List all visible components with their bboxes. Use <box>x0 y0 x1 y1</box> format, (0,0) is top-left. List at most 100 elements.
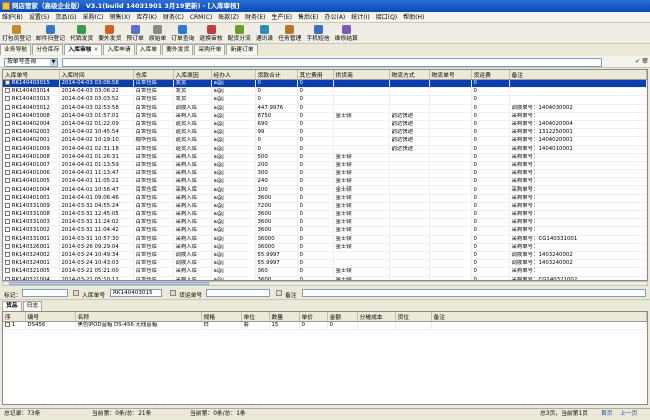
toolbar-button-6[interactable]: 订单查询 <box>169 23 196 44</box>
table-row[interactable]: RK140403015 2014-04-03 03:08:58 百世仓库 发货 a@j 0… <box>3 79 647 89</box>
toolbar-button-5[interactable]: 原始单 <box>147 23 168 44</box>
table-row[interactable]: RK140331009 2014-03-31 04:55:24 百世仓库 采购入库 a@… <box>3 202 647 212</box>
goods-checkbox[interactable] <box>5 322 10 328</box>
tab-1[interactable]: 分仓库存 <box>32 44 64 55</box>
row-checkbox[interactable] <box>5 80 10 86</box>
row-checkbox[interactable] <box>5 268 10 274</box>
table-row[interactable]: RK140326001 2014-03-26 09:29:04 百世仓库 采购入库 a@… <box>3 243 647 252</box>
column-header[interactable]: 入库单号 <box>3 70 60 80</box>
toolbar-button-11[interactable]: 手机短信 <box>304 23 331 44</box>
scrollbar-thumb[interactable] <box>9 282 209 285</box>
toolbar-button-3[interactable]: 要外发货 <box>96 23 123 44</box>
column-header[interactable]: 入库时间 <box>59 70 134 80</box>
toolbar-button-10[interactable]: 任务管理 <box>276 23 303 44</box>
audit-button[interactable]: ✔ 审 <box>635 57 648 67</box>
menu-item[interactable]: 财务(E) <box>243 12 267 23</box>
inbound-no-field[interactable]: RK140403015 <box>110 289 162 297</box>
menu-item[interactable]: 售后(E) <box>296 12 320 23</box>
row-checkbox[interactable] <box>5 96 10 102</box>
first-page-link[interactable]: 首页 <box>601 409 613 420</box>
close-icon[interactable]: × <box>94 47 99 53</box>
chevron-down-icon[interactable]: ▼ <box>50 59 57 66</box>
table-row[interactable]: RK140403013 2014-04-03 03:03:52 百世仓库 发货 a@j 0… <box>3 95 647 105</box>
column-header[interactable]: 供货商 <box>333 70 390 80</box>
column-header[interactable]: 仓库 <box>133 70 174 80</box>
toolbar-button-0[interactable]: 打包员登记 <box>0 23 33 44</box>
table-row[interactable]: RK140321005 2014-03-21 05:21:00 百世仓库 采购入库 a@… <box>3 267 647 277</box>
tab-0[interactable]: 业务导航 <box>0 44 32 55</box>
tab-7[interactable]: 新建订单 <box>226 44 258 55</box>
row-checkbox[interactable] <box>5 104 10 110</box>
column-header[interactable]: 物流单号 <box>429 70 472 80</box>
table-row[interactable]: RK140403008 2014-04-03 01:57:01 百世仓库 采购入库 a@… <box>3 112 647 121</box>
menu-item[interactable]: 财务(C) <box>161 12 186 23</box>
row-checkbox[interactable] <box>5 170 10 176</box>
row-checkbox[interactable] <box>5 211 10 217</box>
tab-3[interactable]: 入库申请 <box>103 44 135 55</box>
goods-column-header[interactable]: 货位 <box>395 312 432 322</box>
goods-column-header[interactable]: 金额 <box>327 312 358 322</box>
row-checkbox[interactable] <box>5 129 10 135</box>
table-row[interactable]: RK140324001 2014-03-24 10:43:03 百世仓库 调拨入库 a@… <box>3 259 647 269</box>
table-row[interactable]: RK140401008 2014-04-01 01:26:31 百世仓库 采购入库 a@… <box>3 153 647 162</box>
menu-item[interactable]: 采购(C) <box>81 12 106 23</box>
goods-column-header[interactable]: 数量 <box>269 312 300 322</box>
horizontal-scrollbar[interactable] <box>2 281 648 286</box>
subtab-0[interactable]: 货品 <box>2 301 22 311</box>
subtab-1[interactable]: 日志 <box>22 301 43 311</box>
row-checkbox[interactable] <box>5 186 10 192</box>
goods-column-header[interactable]: 序 <box>3 312 26 322</box>
table-row[interactable]: RK140331002 2014-03-31 11:04:42 百世仓库 采购入库 a@… <box>3 226 647 236</box>
table-row[interactable]: RK140401001 2014-04-01 09:06:46 百世仓库 采购入库 a@… <box>3 194 647 203</box>
table-row[interactable]: RK140324002 2014-03-24 10:49:34 百世仓库 调拨入库 a@… <box>3 251 647 261</box>
column-header[interactable]: 货款合计 <box>255 70 298 80</box>
row-checkbox[interactable] <box>5 137 10 143</box>
tab-6[interactable]: 采购开单 <box>194 44 226 55</box>
table-row[interactable]: RK140402004 2014-04-02 01:22:09 百世仓库 退货入库 a@… <box>3 120 647 130</box>
table-row[interactable]: RK140331008 2014-03-31 12:45:05 百世仓库 采购入库 a@… <box>3 210 647 220</box>
column-header[interactable]: 入库原因 <box>173 70 212 80</box>
row-checkbox[interactable] <box>5 194 10 200</box>
table-row[interactable]: RK140401009 2014-04-01 02:31:18 百世仓库 退货入库 a@… <box>3 145 647 154</box>
table-row[interactable]: RK140402001 2014-04-02 10:19:10 顺华仓库 退货入库 a@… <box>3 136 647 146</box>
prev-page-link[interactable]: 上一页 <box>620 409 637 420</box>
row-checkbox[interactable] <box>5 88 10 94</box>
mark-select[interactable] <box>22 289 68 297</box>
table-row[interactable]: RK140401005 2014-04-01 11:05:22 百世仓库 采购入库 a@… <box>3 177 647 187</box>
goods-row[interactable]: 1 DS456 黑色IPOD音箱 DS-456 无线音箱 白 套 15 0 0 <box>3 321 647 331</box>
tab-2[interactable]: 入库审核 × <box>64 44 103 55</box>
tab-4[interactable]: 入库单 <box>135 44 162 55</box>
table-row[interactable]: RK140401004 2014-04-01 10:56:47 百世仓库 采购入库 a@… <box>3 185 647 195</box>
freight-no-field[interactable] <box>206 289 270 297</box>
row-checkbox[interactable] <box>5 260 10 266</box>
column-header[interactable]: 物流方式 <box>389 70 430 80</box>
toolbar-button-7[interactable]: 退换审核 <box>197 23 224 44</box>
goods-column-header[interactable]: 备注 <box>431 312 647 322</box>
toolbar-button-2[interactable]: 代销发货 <box>68 23 95 44</box>
row-checkbox[interactable] <box>5 202 10 208</box>
column-header[interactable]: 备注 <box>509 70 647 80</box>
row-checkbox[interactable] <box>5 112 10 118</box>
row-checkbox[interactable] <box>5 252 10 258</box>
row-checkbox[interactable] <box>5 235 10 241</box>
menu-item[interactable]: 维护(B) <box>0 12 25 23</box>
menu-item[interactable]: 接口(Q) <box>374 12 399 23</box>
menu-item[interactable]: 设置(S) <box>27 12 52 23</box>
row-checkbox[interactable] <box>5 121 10 127</box>
column-header[interactable]: 经办人 <box>211 70 256 80</box>
column-header[interactable]: 其它费用 <box>297 70 334 80</box>
menu-item[interactable]: 账款(Z) <box>216 12 241 23</box>
toolbar-button-4[interactable]: 预订单 <box>124 23 145 44</box>
table-row[interactable]: RK140403012 2014-04-03 02:53:58 百世仓库 调拨入库 a@… <box>3 104 647 113</box>
goods-column-header[interactable]: 单位 <box>241 312 270 322</box>
menu-item[interactable]: CRM(C) <box>188 12 214 23</box>
toolbar-button-1[interactable]: 邮件扫登记 <box>34 23 67 44</box>
tab-5[interactable]: 要外发货 <box>162 44 194 55</box>
goods-column-header[interactable]: 单价 <box>299 312 328 322</box>
row-checkbox[interactable] <box>5 161 10 167</box>
row-checkbox[interactable] <box>5 178 10 184</box>
toolbar-button-12[interactable]: 维修结算 <box>333 23 360 44</box>
row-checkbox[interactable] <box>5 227 10 233</box>
menu-item[interactable]: 生产(E) <box>270 12 294 23</box>
table-row[interactable]: RK140403014 2014-04-03 03:06:22 百世仓库 发货 a@j 0… <box>3 87 647 97</box>
